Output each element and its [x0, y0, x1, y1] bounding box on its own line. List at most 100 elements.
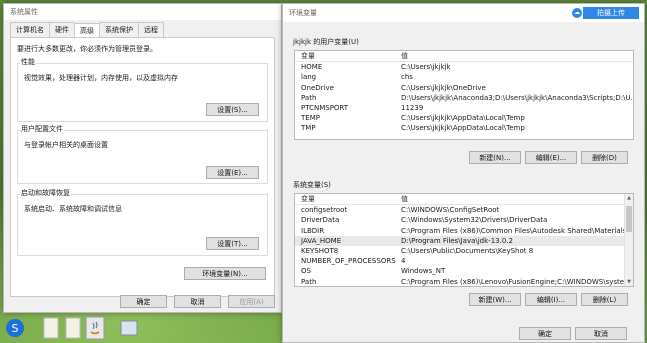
env-cancel-button[interactable]: 取消	[575, 327, 627, 340]
variable-name: OS	[301, 267, 311, 276]
variable-value: 4	[401, 257, 406, 266]
table-row[interactable]: OS Windows_NT	[295, 266, 633, 276]
environment-variables-button[interactable]: 环境变量(N)...	[184, 267, 266, 280]
scroll-down-icon[interactable]: ▼	[625, 278, 633, 286]
variable-name: DriverData	[301, 216, 340, 225]
variable-value: D:\Users\jkjkjk\Anaconda3;D:\Users\jkjkj…	[401, 93, 633, 102]
variable-value: C:\Users\jkjkjk\AppData\Local\Temp	[401, 124, 525, 133]
startup-recovery-title: 启动和故障恢复	[20, 188, 71, 198]
table-row[interactable]: PTCNMSPORT 11239	[295, 103, 633, 113]
user-variables-label: jkjkjk 的用户变量(U)	[293, 38, 359, 46]
variable-name: configsetroot	[301, 206, 348, 215]
performance-group: 性能 视觉效果，处理器计划，内存使用，以及虚拟内存 设置(S)...	[17, 57, 268, 122]
variable-name: KEYSHOT8	[301, 246, 339, 255]
tab-computer-name[interactable]: 计算机名	[10, 22, 50, 37]
window-titlebar[interactable]: 系统属性	[4, 4, 281, 20]
system-variables-label: 系统变量(S)	[293, 181, 331, 189]
table-row[interactable]: KEYSHOT8 C:\Users\Public\Documents\KeySho…	[295, 246, 633, 256]
variable-name: PTCNMSPORT	[301, 103, 349, 112]
variable-name: TEMP	[301, 114, 320, 123]
value-column-header[interactable]: 值	[401, 194, 633, 204]
user-delete-button[interactable]: 删除(D)	[581, 151, 628, 164]
variable-value: Windows_NT	[401, 267, 446, 276]
system-new-button[interactable]: 新建(W)...	[469, 293, 521, 306]
user-profiles-description: 与登录帐户相关的桌面设置	[24, 141, 108, 149]
window-title: 系统属性	[10, 8, 38, 16]
user-variables-list[interactable]: 变量 值 HOME C:\Users\jkjkjk lang chs OneDriv…	[294, 50, 634, 140]
ok-button[interactable]: 确定	[120, 295, 167, 308]
variable-value: C:\Users\jkjkjk\OneDrive	[401, 83, 486, 92]
tab-remote[interactable]: 远程	[138, 22, 164, 37]
table-row[interactable]: TEMP C:\Users\jkjkjk\AppData\Local\Temp	[295, 113, 633, 123]
table-row[interactable]: lang chs	[295, 72, 633, 82]
admin-hint: 要进行大多数更改，你必须作为管理员登录。	[17, 45, 157, 53]
system-delete-button[interactable]: 删除(L)	[581, 293, 628, 306]
table-row[interactable]: configsetroot C:\WINDOWS\ConfigSetRoot	[295, 205, 633, 215]
tab-advanced[interactable]: 高级	[74, 23, 100, 38]
upload-button[interactable]: 拍摄上传	[583, 7, 639, 19]
user-new-button[interactable]: 新建(N)...	[469, 151, 521, 164]
variable-value: C:\Users\jkjkjk	[401, 63, 451, 72]
performance-description: 视觉效果，处理器计划，内存使用，以及虚拟内存	[24, 74, 178, 82]
startup-recovery-group: 启动和故障恢复 系统启动、系统故障和调试信息 设置(T)...	[17, 188, 268, 256]
table-row[interactable]: ILBDIR C:\Program Files (x86)\Common File…	[295, 226, 633, 236]
startup-settings-button[interactable]: 设置(T)...	[206, 237, 259, 250]
variable-name: NUMBER_OF_PROCESSORS	[301, 257, 396, 266]
env-ok-button[interactable]: 确定	[519, 327, 571, 340]
file-icon[interactable]	[40, 315, 62, 341]
table-row[interactable]: OneDrive C:\Users\jkjkjk\OneDrive	[295, 83, 633, 93]
tab-bar: 计算机名 硬件 高级 系统保护 远程	[10, 22, 281, 38]
variable-value: 11239	[401, 103, 424, 112]
user-profiles-group: 用户配置文件 与登录帐户相关的桌面设置 设置(E)...	[17, 124, 268, 184]
cancel-button[interactable]: 取消	[174, 295, 221, 308]
window-icon[interactable]	[118, 315, 140, 341]
list-header: 变量 值	[295, 194, 633, 206]
tab-hardware[interactable]: 硬件	[49, 22, 75, 37]
table-row[interactable]: JAVA_HOME D:\Program Files\Java\jdk-13.0.…	[295, 235, 633, 246]
variable-name: OneDrive	[301, 83, 334, 92]
app-icon[interactable]: S	[4, 315, 26, 341]
java-icon[interactable]	[84, 315, 106, 341]
system-edit-button[interactable]: 编辑(I)...	[525, 293, 577, 306]
value-column-header[interactable]: 值	[401, 51, 633, 61]
window-title: 环境变量	[289, 9, 317, 17]
variable-column-header[interactable]: 变量	[295, 51, 401, 61]
variable-value: C:\Windows\System32\Drivers\DriverData	[401, 216, 548, 225]
variable-value: C:\Program Files (x86)\Lenovo\FusionEngi…	[401, 277, 633, 286]
table-row[interactable]: DriverData C:\Windows\System32\Drivers\Dr…	[295, 215, 633, 225]
performance-title: 性能	[20, 57, 36, 67]
variable-column-header[interactable]: 变量	[295, 194, 401, 204]
variable-name: Path	[301, 277, 317, 286]
vertical-scrollbar[interactable]: ▲ ▼	[624, 194, 633, 286]
table-row[interactable]: Path C:\Program Files (x86)\Lenovo\Fusion…	[295, 277, 633, 287]
variable-name: Path	[301, 93, 317, 102]
scroll-up-icon[interactable]: ▲	[625, 194, 633, 202]
user-edit-button[interactable]: 编辑(E)...	[525, 151, 577, 164]
scroll-thumb[interactable]	[626, 206, 632, 232]
tab-system-protection[interactable]: 系统保护	[99, 22, 139, 37]
variable-value: C:\Users\Public\Documents\KeyShot 8	[401, 246, 534, 255]
system-variables-list[interactable]: 变量 值 configsetroot C:\WINDOWS\ConfigSetRo…	[294, 193, 634, 287]
variable-value: C:\Program Files (x86)\Common Files\Auto…	[401, 226, 629, 235]
table-row[interactable]: Path D:\Users\jkjkjk\Anaconda3;D:\Users\j…	[295, 93, 633, 103]
variable-name: ILBDIR	[301, 226, 325, 235]
svg-text:S: S	[12, 322, 19, 335]
performance-settings-button[interactable]: 设置(S)...	[206, 103, 259, 116]
variable-name: JAVA_HOME	[301, 236, 342, 245]
system-properties-window: 系统属性 计算机名 硬件 高级 系统保护 远程 要进行大多数更改，你必须作为管理…	[3, 3, 282, 313]
table-row[interactable]: HOME C:\Users\jkjkjk	[295, 62, 633, 72]
advanced-tab-panel: 要进行大多数更改，你必须作为管理员登录。 性能 视觉效果，处理器计划，内存使用，…	[10, 37, 275, 297]
user-profiles-title: 用户配置文件	[20, 124, 64, 134]
apply-button[interactable]: 应用(A)	[228, 295, 275, 308]
cloud-logo-icon: ☁	[572, 8, 582, 18]
list-header: 变量 值	[295, 51, 633, 63]
variable-value: C:\WINDOWS\ConfigSetRoot	[401, 206, 500, 215]
variable-name: TMP	[301, 124, 316, 133]
variable-value: D:\Program Files\Java\jdk-13.0.2	[401, 236, 513, 245]
table-row[interactable]: TMP C:\Users\jkjkjk\AppData\Local\Temp	[295, 123, 633, 133]
variable-name: lang	[301, 73, 317, 82]
startup-recovery-description: 系统启动、系统故障和调试信息	[24, 205, 122, 213]
file-icon[interactable]	[62, 315, 84, 341]
user-profiles-settings-button[interactable]: 设置(E)...	[206, 166, 259, 179]
table-row[interactable]: NUMBER_OF_PROCESSORS 4	[295, 256, 633, 266]
